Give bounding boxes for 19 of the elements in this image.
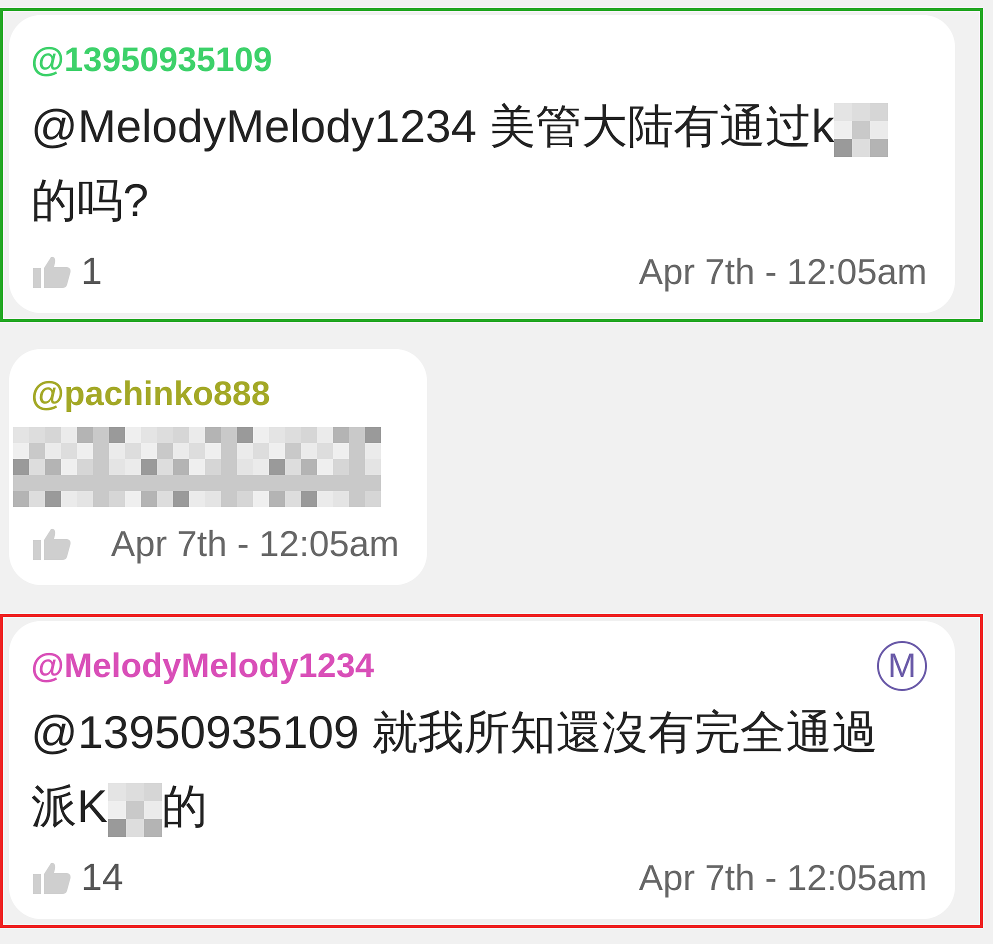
thumbs-up-icon[interactable] [31,860,73,896]
comment-text: @MelodyMelody1234 美管大陆有通过k [31,99,834,154]
comment-text: 派K [31,779,108,834]
comment-time: Apr 7th - 12:05am [111,523,400,565]
author-name[interactable]: @pachinko888 [31,374,270,414]
comment-text: @13950935109 就我所知還沒有完全通過 [31,705,878,760]
comment-text: 的吗? [31,173,149,228]
thumbs-up-icon[interactable] [31,254,73,290]
comment-text: 的 [162,779,208,834]
pixelated-redaction [108,782,162,837]
like-count: 14 [81,856,124,900]
moderator-badge: M [877,641,927,691]
comment-time: Apr 7th - 12:05am [638,857,927,899]
comment-time: Apr 7th - 12:05am [638,251,927,293]
thumbs-up-icon[interactable] [31,526,73,562]
author-name[interactable]: @13950935109 [31,40,272,80]
author-name[interactable]: @MelodyMelody1234 [31,646,374,686]
like-count: 1 [81,250,102,294]
pixelated-redaction [834,102,888,157]
